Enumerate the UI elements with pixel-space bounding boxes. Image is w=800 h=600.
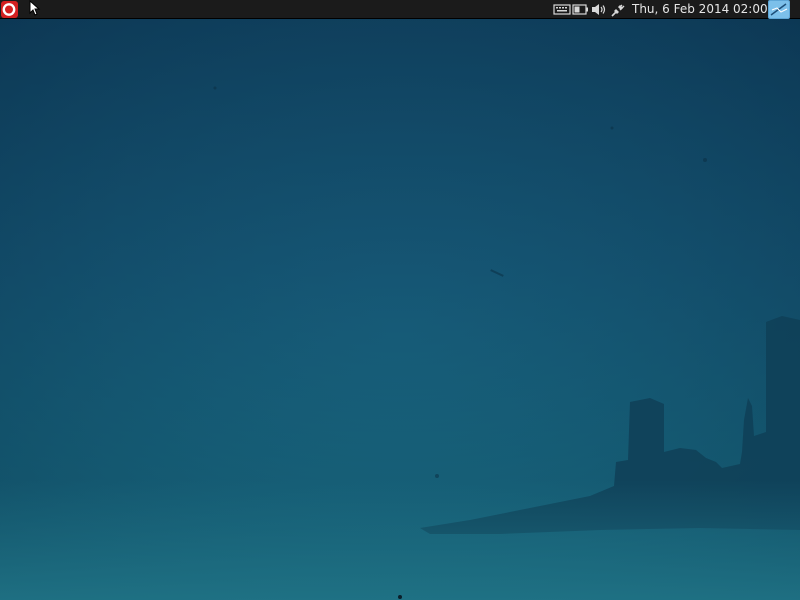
clock[interactable]: Thu, 6 Feb 2014 02:00 bbox=[632, 0, 768, 19]
desktop-speck bbox=[398, 595, 402, 599]
battery-icon[interactable] bbox=[572, 2, 589, 17]
app-menu-icon[interactable] bbox=[1, 1, 18, 18]
mouse-cursor-icon bbox=[29, 0, 41, 16]
top-panel: Thu, 6 Feb 2014 02:00 bbox=[0, 0, 800, 19]
workspace-switcher-icon[interactable] bbox=[767, 0, 791, 19]
keyboard-layout-icon[interactable] bbox=[553, 2, 571, 17]
volume-icon[interactable] bbox=[590, 2, 607, 17]
wallpaper bbox=[0, 0, 800, 600]
desktop[interactable]: Thu, 6 Feb 2014 02:00 bbox=[0, 0, 800, 600]
network-disconnected-icon[interactable] bbox=[610, 2, 626, 17]
